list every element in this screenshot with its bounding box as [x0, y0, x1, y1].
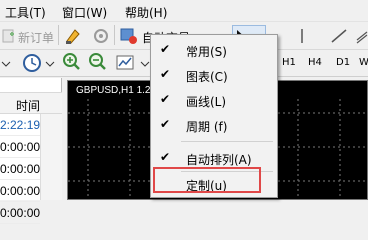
menu-separator [181, 141, 273, 142]
menu-item-periodicity[interactable]: ✔ 周期 (f) [153, 114, 275, 136]
market-watch-panel: 时间 2:22:19 0:00:00 0:00:00 0:00:00 0:00:… [0, 78, 62, 224]
check-icon: ✔ [160, 67, 171, 81]
channel-icon[interactable] [356, 28, 368, 44]
menu-tools[interactable]: 工具(T) [5, 4, 46, 21]
menu-item-auto-arrange[interactable]: ✔ 自动排列(A) [153, 147, 275, 169]
vertical-scrollbar[interactable] [40, 114, 62, 200]
check-icon: ✔ [160, 117, 171, 131]
signal-icon[interactable] [92, 27, 110, 45]
menu-item-label: 画线(L) [186, 95, 227, 109]
time-column-label: 时间 [15, 99, 40, 113]
menu-window[interactable]: 窗口(W) [62, 4, 107, 21]
column-header[interactable]: 时间 [0, 92, 62, 114]
check-icon: ✔ [160, 150, 171, 164]
zoom-out-icon[interactable] [88, 52, 108, 72]
menu-item-label: 图表(C) [186, 70, 228, 84]
chevron-down-icon[interactable] [140, 54, 150, 72]
indicator-icon[interactable] [115, 53, 137, 73]
check-icon: ✔ [160, 42, 171, 56]
menu-item-label: 常用(S) [186, 45, 227, 59]
clock-icon[interactable] [22, 53, 42, 73]
new-order-icon[interactable] [0, 28, 16, 44]
menu-bar: 工具(T) 窗口(W) 帮助(H) [0, 0, 368, 22]
time-cell[interactable]: 0:00:00 [0, 202, 40, 224]
check-icon: ✔ [160, 92, 171, 106]
toolbar-context-menu: ✔ 常用(S) ✔ 图表(C) ✔ 画线(L) ✔ 周期 (f) ✔ 自动排列(… [150, 34, 278, 198]
timeframe-w1[interactable]: W1 [359, 57, 368, 68]
menu-item-label: 自动排列(A) [186, 153, 252, 167]
pencil-icon[interactable] [64, 27, 82, 45]
menu-item-charts[interactable]: ✔ 图表(C) [153, 64, 275, 86]
vertical-line-icon[interactable] [292, 28, 312, 44]
time-cell[interactable]: 0:00:00 [0, 158, 40, 180]
new-order-button[interactable]: 新订单 [18, 29, 54, 46]
zoom-in-icon[interactable] [62, 52, 82, 72]
timeframe-h4[interactable]: H4 [308, 57, 322, 68]
menu-item-common[interactable]: ✔ 常用(S) [153, 39, 275, 61]
time-cell[interactable]: 2:22:19 [0, 114, 40, 136]
chevron-down-icon[interactable] [45, 54, 55, 72]
timeframe-d1[interactable]: D1 [336, 57, 350, 68]
menu-item-label: 周期 (f) [186, 120, 228, 134]
highlight-box [153, 167, 261, 193]
trendline-icon[interactable] [330, 28, 350, 44]
time-cell[interactable]: 0:00:00 [0, 180, 40, 202]
menu-help[interactable]: 帮助(H) [125, 4, 167, 21]
chevron-down-icon[interactable] [0, 54, 12, 72]
menu-item-line-studies[interactable]: ✔ 画线(L) [153, 89, 275, 111]
time-cell[interactable]: 0:00:00 [0, 136, 40, 158]
chart-title: GBPUSD,H1 1.20 [76, 85, 157, 96]
timeframe-h1[interactable]: H1 [282, 57, 296, 68]
expert-icon[interactable] [119, 27, 139, 45]
